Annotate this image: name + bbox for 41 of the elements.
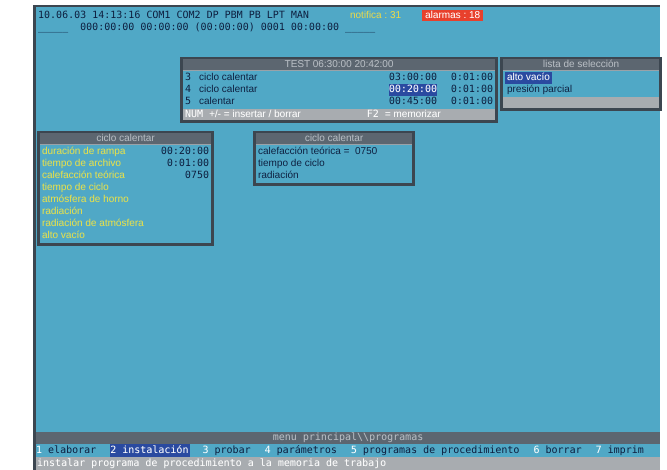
summary-line: radiación bbox=[258, 170, 300, 182]
list-item[interactable]: presión parcial bbox=[505, 84, 574, 96]
summary-line: tiempo de ciclo bbox=[258, 158, 326, 170]
step-number: 5 bbox=[185, 96, 192, 108]
duration-field[interactable]: 00:20:00 bbox=[388, 84, 437, 96]
menu-item[interactable]: 7 imprim bbox=[596, 444, 646, 457]
step-number: 4 bbox=[185, 84, 192, 96]
duration-field[interactable]: 03:00:00 bbox=[388, 72, 437, 84]
window-title: ciclo calentar bbox=[40, 133, 211, 145]
step-number: 3 bbox=[185, 72, 192, 84]
interval-field[interactable]: 0:01:00 bbox=[450, 84, 493, 96]
step-name[interactable]: ciclo calentar bbox=[199, 84, 377, 96]
interval-field[interactable]: 0:01:00 bbox=[450, 72, 493, 84]
key-label: F2 bbox=[366, 109, 379, 120]
timer-line: _____ 000:00:00 00:00:00 (00:00:00) 0001 00:00:00 _____ bbox=[38, 22, 376, 33]
menu-item[interactable]: 5 programas de procedimiento bbox=[350, 444, 522, 457]
interval-field[interactable]: 0:01:00 bbox=[450, 96, 493, 108]
menu-title: menu principal\\programas bbox=[36, 432, 660, 444]
step-name[interactable]: calentar bbox=[199, 96, 377, 108]
menu-item[interactable]: 2 instalación bbox=[110, 444, 190, 457]
step-name[interactable]: ciclo calentar bbox=[199, 72, 377, 84]
menu-item[interactable]: 1 elaborar bbox=[36, 444, 98, 457]
key-hint: +/- = insertar / borrar bbox=[209, 109, 301, 120]
window-title: ciclo calentar bbox=[256, 133, 412, 145]
notifications-counter: notifica : 31 bbox=[348, 10, 402, 21]
key-label: NUM bbox=[185, 109, 204, 120]
menu-item[interactable]: 3 probar bbox=[202, 444, 253, 457]
parameter-value: 0:01:00 bbox=[166, 158, 209, 170]
window-title: TEST 06:30:00 20:42:00 bbox=[183, 59, 495, 71]
duration-field[interactable]: 00:45:00 bbox=[388, 96, 437, 108]
menu-item[interactable]: 6 borrar bbox=[533, 444, 584, 457]
parameter-value: 00:20:00 bbox=[160, 146, 209, 158]
list-item[interactable]: alto vacío bbox=[505, 72, 552, 84]
summary-line: calefacción teórica = 0750 bbox=[258, 146, 378, 158]
window-title: lista de selección bbox=[503, 59, 659, 71]
alarms-counter: alarmas : 18 bbox=[422, 10, 484, 21]
menu-item[interactable]: 4 parámetros bbox=[264, 444, 339, 457]
key-hint: = memorizar bbox=[384, 109, 441, 120]
status-line: 10.06.03 14:13:16 COM1 COM2 DP PBM PB LPT MAN bbox=[38, 10, 309, 21]
menu-hint: instalar programa de procedimiento a la memoria de trabajo bbox=[36, 457, 660, 470]
parameter-value: 0750 bbox=[184, 170, 209, 182]
